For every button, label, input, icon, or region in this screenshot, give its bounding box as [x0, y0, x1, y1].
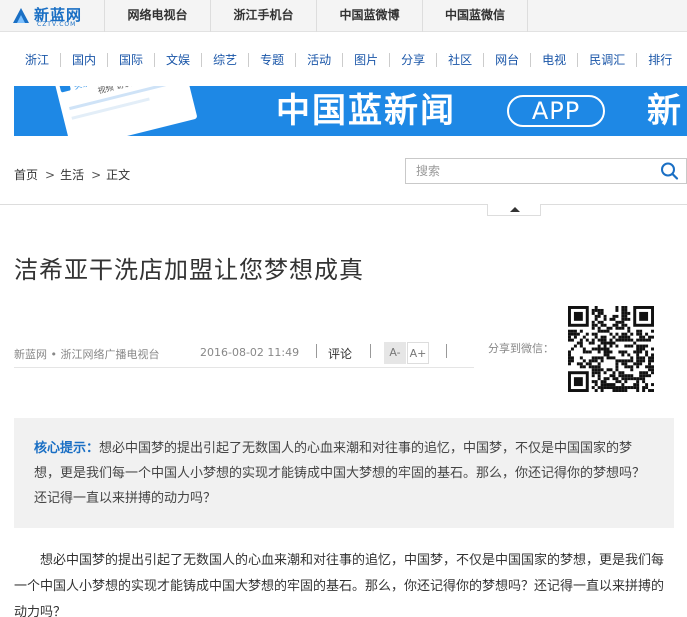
search-icon[interactable] [658, 161, 682, 181]
article-source: 新蓝网 • 浙江网络广播电视台 [14, 348, 160, 361]
banner-app-pill: APP [507, 95, 605, 127]
article-meta: 新蓝网 • 浙江网络广播电视台 2016-08-02 11:49 评论 A- A… [14, 340, 474, 368]
nav-item[interactable]: 综艺 [201, 53, 248, 67]
site-logo[interactable]: 新蓝网 CZTV.COM [10, 3, 100, 29]
meta-divider [370, 344, 371, 358]
qr-code-icon [568, 306, 654, 392]
breadcrumb-home[interactable]: 首页 [14, 168, 38, 182]
nav-item[interactable]: 专题 [248, 53, 295, 67]
font-decrease-button[interactable]: A- [384, 342, 406, 364]
collapse-toggle[interactable] [487, 204, 541, 216]
comment-link[interactable]: 评论 [328, 345, 352, 362]
nav-item[interactable]: 图片 [342, 53, 389, 67]
summary-text: 想必中国梦的提出引起了无数国人的心血来潮和对往事的追忆，中国梦，不仅是中国国家的… [34, 441, 646, 506]
nav-item[interactable]: 排行 [636, 53, 683, 67]
nav-item[interactable]: 活动 [295, 53, 342, 67]
nav-item[interactable]: 分享 [389, 53, 436, 67]
breadcrumb: 首页 > 生活 > 正文 [14, 166, 132, 183]
breadcrumb-sep: > [45, 168, 56, 182]
search-input[interactable] [406, 159, 656, 183]
search-box [405, 158, 687, 184]
phone-line [71, 97, 150, 120]
banner-title-cut: 新 [647, 91, 681, 131]
article-time: 2016-08-02 11:49 [200, 346, 300, 359]
nav-item[interactable]: 浙江 [14, 53, 60, 67]
summary-box: 核心提示：想必中国梦的提出引起了无数国人的心血来潮和对往事的追忆，中国梦，不仅是… [14, 418, 674, 528]
breadcrumb-sep: > [91, 168, 102, 182]
article-title: 洁希亚干洗店加盟让您梦想成真 [14, 256, 364, 284]
top-link-weibo[interactable]: 中国蓝微博 [316, 0, 422, 32]
top-link-mobile[interactable]: 浙江手机台 [210, 0, 316, 32]
summary-key: 核心提示： [34, 441, 100, 456]
nav-item[interactable]: 社区 [436, 53, 483, 67]
nav-item[interactable]: 电视 [530, 53, 577, 67]
top-bar: 新蓝网 CZTV.COM 网络电视台 浙江手机台 中国蓝微博 中国蓝微信 [0, 0, 687, 32]
top-link-weixin[interactable]: 中国蓝微信 [422, 0, 528, 32]
article-body: 想必中国梦的提出引起了无数国人的心血来潮和对往事的追忆，中国梦，不仅是中国国家的… [14, 553, 665, 617]
divider [0, 204, 687, 205]
meta-divider [316, 344, 317, 358]
app-banner[interactable]: 头条 视频 访谈 中国蓝新闻 APP 新 [14, 86, 687, 136]
meta-divider [446, 344, 447, 358]
nav-item[interactable]: 国际 [107, 53, 154, 67]
phone-text-1: 头条 [73, 86, 91, 92]
nav-item[interactable]: 民调汇 [577, 53, 636, 67]
top-link-tv[interactable]: 网络电视台 [104, 0, 210, 32]
nav-item[interactable]: 国内 [60, 53, 107, 67]
app-icon [58, 86, 71, 93]
nav-item[interactable]: 文娱 [154, 53, 201, 67]
nav-item[interactable]: 网台 [483, 53, 530, 67]
breadcrumb-current: 正文 [106, 168, 131, 182]
main-nav: 浙江 国内 国际 文娱 综艺 专题 活动 图片 分享 社区 网台 电视 民调汇 … [0, 44, 687, 76]
font-increase-button[interactable]: A+ [407, 342, 429, 364]
top-links: 网络电视台 浙江手机台 中国蓝微博 中国蓝微信 [104, 0, 528, 32]
banner-title: 中国蓝新闻 [276, 91, 456, 131]
logo-mark-icon [13, 8, 29, 23]
chevron-up-icon [510, 207, 520, 212]
phone-illustration: 头条 视频 访谈 [54, 86, 198, 136]
breadcrumb-section[interactable]: 生活 [60, 168, 84, 182]
share-wechat-label: 分享到微信： [488, 342, 554, 355]
logo-sub: CZTV.COM [37, 21, 77, 28]
